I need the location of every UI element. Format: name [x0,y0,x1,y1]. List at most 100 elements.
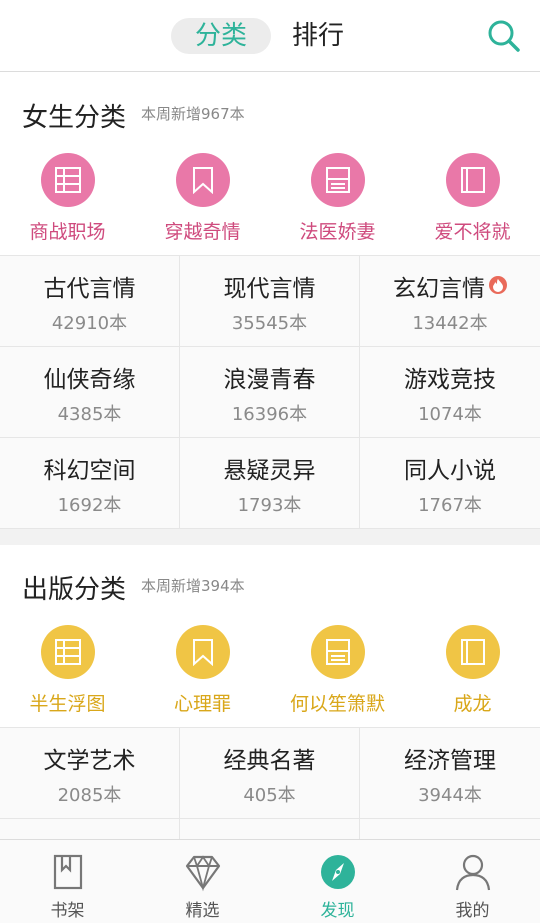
section-header: 出版分类 本周新增394本 [0,545,540,625]
category-count: 1074本 [418,404,482,425]
featured-item[interactable]: 商战职场 [0,153,135,255]
featured-label: 法医娇妻 [299,221,376,243]
category-cell[interactable] [360,819,540,839]
bookshelf-icon [49,852,87,892]
category-cell[interactable]: 文学艺术 2085本 [0,728,180,818]
featured-label: 半生浮图 [29,693,106,715]
featured-item[interactable]: 爱不将就 [405,153,540,255]
grid-row: 科幻空间 1692本 悬疑灵异 1793本 同人小说 1767本 [0,438,540,529]
featured-item[interactable]: 法医娇妻 [270,153,405,255]
category-count: 13442本 [412,313,488,334]
featured-item[interactable]: 何以笙箫默 [270,625,405,727]
featured-label: 成龙 [453,693,492,715]
section-header: 女生分类 本周新增967本 [0,73,540,153]
compass-icon [319,852,357,892]
category-name: 经济管理 [404,748,496,774]
featured-item[interactable]: 心理罪 [135,625,270,727]
category-cell[interactable]: 现代言情 35545本 [180,256,360,346]
category-count: 1692本 [57,495,122,516]
featured-label: 心理罪 [173,693,231,715]
category-count: 1767本 [418,495,482,516]
publish-section: 出版分类 本周新增394本 半生浮图 心理罪 何以笙箫默 成龙 文学艺术 208… [0,545,540,839]
category-name: 古代言情 [43,276,136,302]
nav-label: 我的 [455,901,490,921]
category-name: 仙侠奇缘 [43,367,136,393]
category-cell[interactable]: 浪漫青春 16396本 [180,347,360,437]
category-name: 悬疑灵异 [223,458,316,484]
featured-label: 爱不将就 [434,221,511,243]
category-name: 同人小说 [404,458,496,484]
section-subtitle: 本周新增967本 [141,105,245,123]
content-area[interactable]: 女生分类 本周新增967本 商战职场 穿越奇情 法医娇妻 爱不将就 古代言情 4… [0,73,540,839]
section-title: 女生分类 [22,103,127,133]
category-cell[interactable]: 同人小说 1767本 [360,438,540,528]
category-cell[interactable]: 游戏竞技 1074本 [360,347,540,437]
bookmark-icon [175,625,230,679]
grid-row: 文学艺术 2085本 经典名著 405本 经济管理 3944本 [0,728,540,819]
category-name: 玄幻言情 [393,276,485,302]
category-cell[interactable]: 科幻空间 1692本 [0,438,180,528]
category-cell[interactable]: 古代言情 42910本 [0,256,180,346]
top-bar: 分类 排行 [0,0,540,72]
user-icon [454,852,492,892]
category-count: 35545本 [231,313,308,334]
category-name: 浪漫青春 [223,367,316,393]
grid-row: 古代言情 42910本 现代言情 35545本 玄幻言情 13442本 [0,256,540,347]
category-cell[interactable]: 经典名著 405本 [180,728,360,818]
search-icon[interactable] [486,18,522,54]
bookmark-icon [175,153,230,207]
nav-label: 书架 [50,901,85,921]
category-count: 3944本 [418,785,482,806]
hot-fire-icon [489,276,507,294]
category-count: 16396本 [231,404,308,425]
category-count: 405本 [243,785,296,806]
nav-label: 精选 [185,901,220,921]
nav-discover[interactable]: 发现 [270,840,405,924]
featured-item[interactable]: 半生浮图 [0,625,135,727]
tab-ranking[interactable]: 排行 [292,18,344,54]
category-name-wrap: 玄幻言情 [360,269,540,303]
category-cell[interactable] [180,819,360,839]
featured-item[interactable]: 成龙 [405,625,540,727]
bottom-nav: 书架 精选 发现 我的 [0,839,540,923]
list-icon [40,153,95,207]
book-icon [445,153,500,207]
section-title: 出版分类 [22,575,127,605]
nav-label: 发现 [320,901,355,921]
tab-category[interactable]: 分类 [171,18,271,54]
category-cell[interactable]: 经济管理 3944本 [360,728,540,818]
category-cell[interactable]: 玄幻言情 13442本 [360,256,540,346]
category-count: 2085本 [57,785,122,806]
category-count: 1793本 [237,495,302,516]
document-icon [310,625,365,679]
category-grid: 文学艺术 2085本 经典名著 405本 经济管理 3944本 [0,727,540,839]
category-cell[interactable]: 仙侠奇缘 4385本 [0,347,180,437]
list-icon [40,625,95,679]
category-name: 文学艺术 [43,748,136,774]
document-icon [310,153,365,207]
section-divider [0,529,540,545]
category-name: 游戏竞技 [404,367,496,393]
category-count: 4385本 [57,404,122,425]
category-name: 现代言情 [223,276,316,302]
nav-me[interactable]: 我的 [405,840,540,924]
featured-label: 何以笙箫默 [289,693,385,715]
grid-row: 仙侠奇缘 4385本 浪漫青春 16396本 游戏竞技 1074本 [0,347,540,438]
featured-label: 穿越奇情 [164,221,241,243]
book-icon [445,625,500,679]
featured-icons: 商战职场 穿越奇情 法医娇妻 爱不将就 [0,153,540,255]
grid-row [0,819,540,839]
category-cell[interactable] [0,819,180,839]
category-name: 经典名著 [223,748,316,774]
category-grid: 古代言情 42910本 现代言情 35545本 玄幻言情 13442本 仙侠奇缘… [0,255,540,529]
section-subtitle: 本周新增394本 [141,577,245,595]
category-count: 42910本 [51,313,128,334]
nav-featured[interactable]: 精选 [135,840,270,924]
nav-bookshelf[interactable]: 书架 [0,840,135,924]
category-cell[interactable]: 悬疑灵异 1793本 [180,438,360,528]
featured-item[interactable]: 穿越奇情 [135,153,270,255]
category-name: 科幻空间 [43,458,136,484]
diamond-icon [184,852,222,892]
featured-icons: 半生浮图 心理罪 何以笙箫默 成龙 [0,625,540,727]
featured-label: 商战职场 [29,221,106,243]
